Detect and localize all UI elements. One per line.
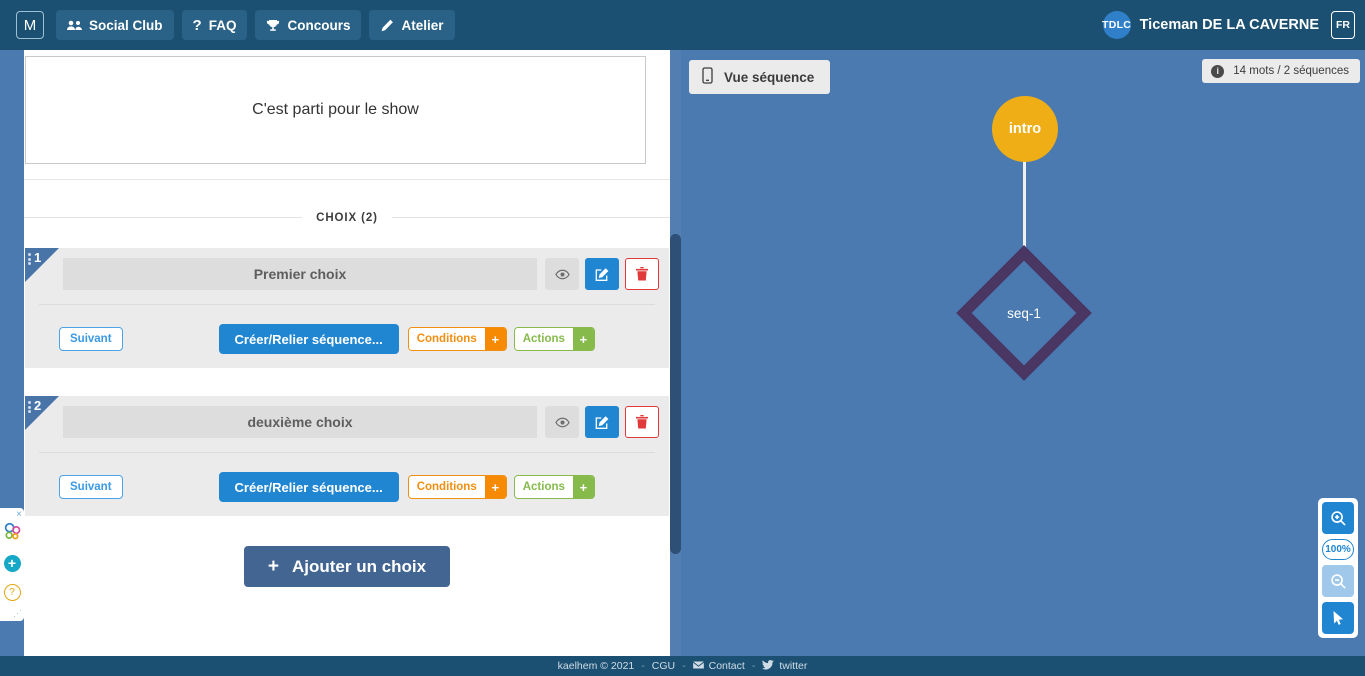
footer-separator: -: [752, 660, 756, 672]
choice-number: 1: [34, 250, 41, 265]
lightbulb-icon[interactable]: ?: [4, 584, 21, 601]
choice-number: 2: [34, 398, 41, 413]
nav-item-label: Social Club: [89, 18, 163, 33]
choice-title[interactable]: deuxième choix: [63, 406, 537, 438]
nav-item-faq[interactable]: ? FAQ: [182, 10, 248, 40]
nav-item-label: FAQ: [209, 18, 237, 33]
sequence-editor-panel: C'est parti pour le show CHOIX (2) 1 Pre…: [24, 50, 670, 656]
actions-group: Actions +: [514, 475, 595, 499]
drag-handle-icon[interactable]: [28, 401, 31, 413]
footer-contact-label: Contact: [709, 660, 745, 672]
choice-header-row: Premier choix: [35, 258, 659, 290]
choice-actions-row: Suivant Créer/Relier séquence... Conditi…: [35, 324, 659, 354]
sequence-text-card[interactable]: C'est parti pour le show: [25, 56, 646, 164]
footer-link-contact[interactable]: Contact: [693, 660, 745, 672]
add-condition-button[interactable]: +: [485, 476, 506, 498]
question-mark-icon: ?: [193, 18, 202, 33]
sequence-graph-panel: Vue séquence i 14 mots / 2 séquences int…: [687, 50, 1365, 656]
plus-circle-icon[interactable]: +: [4, 555, 21, 572]
footer-link-cgu[interactable]: CGU: [652, 660, 675, 672]
trash-icon[interactable]: [625, 406, 659, 438]
plus-icon: +: [268, 556, 279, 578]
zoom-level-button[interactable]: 100%: [1322, 539, 1354, 560]
app-root: M Social Club ? FAQ Concours Atelier TD: [0, 0, 1365, 676]
nav-item-atelier[interactable]: Atelier: [369, 10, 454, 40]
nav-item-social-club[interactable]: Social Club: [56, 10, 174, 40]
footer-separator: -: [682, 660, 686, 672]
magnifier-minus-icon[interactable]: [1322, 565, 1354, 597]
footer: kaelhem © 2021 - CGU - Contact - twitter: [0, 656, 1365, 676]
graph-node-label: seq-1: [976, 265, 1072, 361]
actions-label[interactable]: Actions: [515, 328, 573, 350]
editor-scrollbar-thumb[interactable]: [670, 234, 681, 554]
language-switch-button[interactable]: FR: [1331, 11, 1355, 39]
user-menu[interactable]: TDLC Ticeman DE LA CAVERNE: [1103, 11, 1319, 39]
graph-node-intro[interactable]: intro: [992, 96, 1058, 162]
add-action-button[interactable]: +: [573, 328, 594, 350]
conditions-label[interactable]: Conditions: [409, 328, 485, 350]
graph-node-label: intro: [1009, 121, 1041, 137]
choices-section-header: CHOIX (2): [24, 208, 670, 226]
pencil-square-icon[interactable]: [585, 258, 619, 290]
choice-divider: [39, 304, 655, 305]
add-choice-button[interactable]: + Ajouter un choix: [244, 546, 450, 587]
users-icon: [67, 20, 82, 31]
view-sequence-label: Vue séquence: [724, 70, 814, 85]
accessibility-rings-icon[interactable]: [3, 522, 22, 546]
next-badge[interactable]: Suivant: [59, 475, 123, 499]
accessibility-widget: × + ? ⋰: [0, 508, 24, 621]
zoom-controls: 100%: [1318, 498, 1358, 638]
actions-label[interactable]: Actions: [515, 476, 573, 498]
eye-icon[interactable]: [545, 406, 579, 438]
choice-divider: [39, 452, 655, 453]
top-navigation-bar: M Social Club ? FAQ Concours Atelier TD: [0, 0, 1365, 50]
stats-badge: i 14 mots / 2 séquences: [1202, 59, 1360, 83]
add-action-button[interactable]: +: [573, 476, 594, 498]
pencil-icon: [380, 19, 394, 32]
view-sequence-button[interactable]: Vue séquence: [689, 60, 830, 94]
add-choice-row: + Ajouter un choix: [24, 546, 670, 587]
mobile-icon: [702, 67, 713, 87]
add-condition-button[interactable]: +: [485, 328, 506, 350]
nav-item-label: Concours: [287, 18, 350, 33]
eye-icon[interactable]: [545, 258, 579, 290]
section-divider: [24, 179, 670, 180]
pencil-square-icon[interactable]: [585, 406, 619, 438]
actions-group: Actions +: [514, 327, 595, 351]
link-sequence-button[interactable]: Créer/Relier séquence...: [219, 472, 399, 502]
cursor-arrow-icon[interactable]: [1322, 602, 1354, 634]
twitter-icon: [762, 660, 774, 673]
footer-link-twitter[interactable]: twitter: [762, 660, 807, 673]
choice-header-row: deuxième choix: [35, 406, 659, 438]
avatar: TDLC: [1103, 11, 1131, 39]
choice-card: 2 deuxième choix Suivant Créer/Relier sé…: [25, 396, 669, 516]
conditions-label[interactable]: Conditions: [409, 476, 485, 498]
trophy-icon: [266, 19, 280, 32]
choice-title[interactable]: Premier choix: [63, 258, 537, 290]
conditions-group: Conditions +: [408, 327, 507, 351]
user-name: Ticeman DE LA CAVERNE: [1140, 17, 1319, 33]
choice-actions-row: Suivant Créer/Relier séquence... Conditi…: [35, 472, 659, 502]
resize-handle-icon[interactable]: ⋰: [13, 609, 22, 617]
info-icon: i: [1211, 65, 1224, 78]
trash-icon[interactable]: [625, 258, 659, 290]
stats-text: 14 mots / 2 séquences: [1233, 65, 1349, 77]
link-sequence-button[interactable]: Créer/Relier séquence...: [219, 324, 399, 354]
choice-card: 1 Premier choix Suivant Créer/Relier séq…: [25, 248, 669, 368]
conditions-group: Conditions +: [408, 475, 507, 499]
drag-handle-icon[interactable]: [28, 253, 31, 265]
magnifier-plus-icon[interactable]: [1322, 502, 1354, 534]
nav-item-label: Atelier: [401, 18, 443, 33]
envelope-icon: [693, 660, 704, 672]
footer-copyright: kaelhem © 2021: [558, 660, 635, 672]
sequence-text: C'est parti pour le show: [252, 101, 419, 119]
next-badge[interactable]: Suivant: [59, 327, 123, 351]
add-choice-label: Ajouter un choix: [292, 557, 426, 577]
choices-count-label: CHOIX (2): [302, 212, 392, 224]
footer-separator: -: [641, 660, 645, 672]
nav-item-concours[interactable]: Concours: [255, 10, 361, 40]
brand-logo[interactable]: M: [16, 11, 44, 39]
close-icon[interactable]: ×: [16, 510, 22, 519]
footer-twitter-label: twitter: [779, 660, 807, 672]
